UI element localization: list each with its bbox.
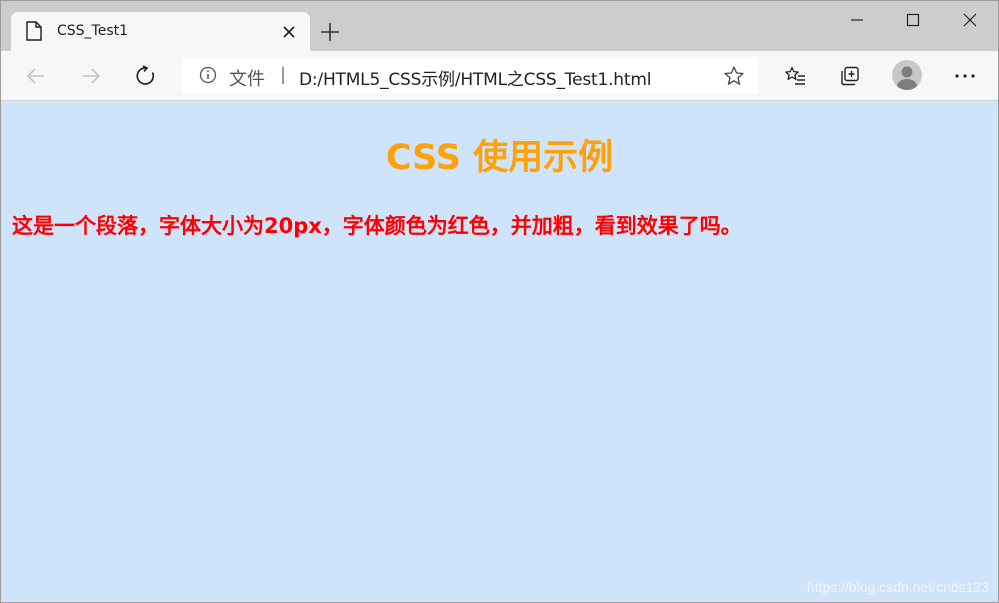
maximize-button[interactable]: [893, 7, 933, 33]
close-icon[interactable]: [281, 24, 297, 40]
watermark: https://blog.csdn.net/cnds123: [806, 579, 989, 595]
minimize-icon: [851, 19, 863, 21]
favorites-list-icon: [785, 66, 805, 85]
browser-toolbar: 文件 | D:/HTML5_CSS示例/HTML之CSS_Test1.html: [1, 51, 998, 101]
refresh-icon: [136, 65, 155, 85]
minimize-button[interactable]: [837, 7, 877, 33]
address-bar[interactable]: 文件 | D:/HTML5_CSS示例/HTML之CSS_Test1.html: [182, 57, 759, 94]
maximize-icon: [906, 13, 920, 27]
page-heading: CSS 使用示例: [385, 138, 614, 178]
tab-css-test1[interactable]: CSS_Test1: [11, 12, 310, 51]
forward-button[interactable]: [75, 60, 107, 92]
browser-window: CSS_Test1 文件 | D:/HTML5_CSS示例/HTML之CSS_T…: [0, 0, 999, 603]
page-content: CSS 使用示例 这是一个段落，字体大小为20px，字体颜色为红色，并加粗，看到…: [1, 101, 998, 602]
favorites-button[interactable]: [779, 60, 811, 92]
collections-button[interactable]: [834, 60, 866, 92]
address-separator: |: [280, 64, 287, 85]
new-tab-button[interactable]: [317, 19, 343, 45]
page-paragraph: 这是一个段落，字体大小为20px，字体颜色为红色，并加粗，看到效果了吗。: [12, 214, 742, 238]
more-icon[interactable]: [949, 60, 981, 92]
site-info-label[interactable]: 文件: [229, 65, 265, 91]
back-button[interactable]: [20, 60, 52, 92]
back-arrow-icon: [26, 68, 44, 84]
url-text[interactable]: D:/HTML5_CSS示例/HTML之CSS_Test1.html: [299, 65, 651, 90]
collections-icon: [841, 66, 859, 86]
window-close-button[interactable]: [950, 7, 990, 33]
close-icon: [963, 13, 977, 27]
refresh-button[interactable]: [130, 60, 162, 92]
info-icon[interactable]: [199, 66, 217, 84]
tab-strip: CSS_Test1: [1, 1, 998, 51]
profile-icon[interactable]: [892, 60, 922, 90]
page-icon: [25, 21, 43, 41]
forward-arrow-icon: [83, 68, 101, 84]
star-icon[interactable]: [723, 65, 745, 87]
tab-title: CSS_Test1: [57, 23, 129, 39]
